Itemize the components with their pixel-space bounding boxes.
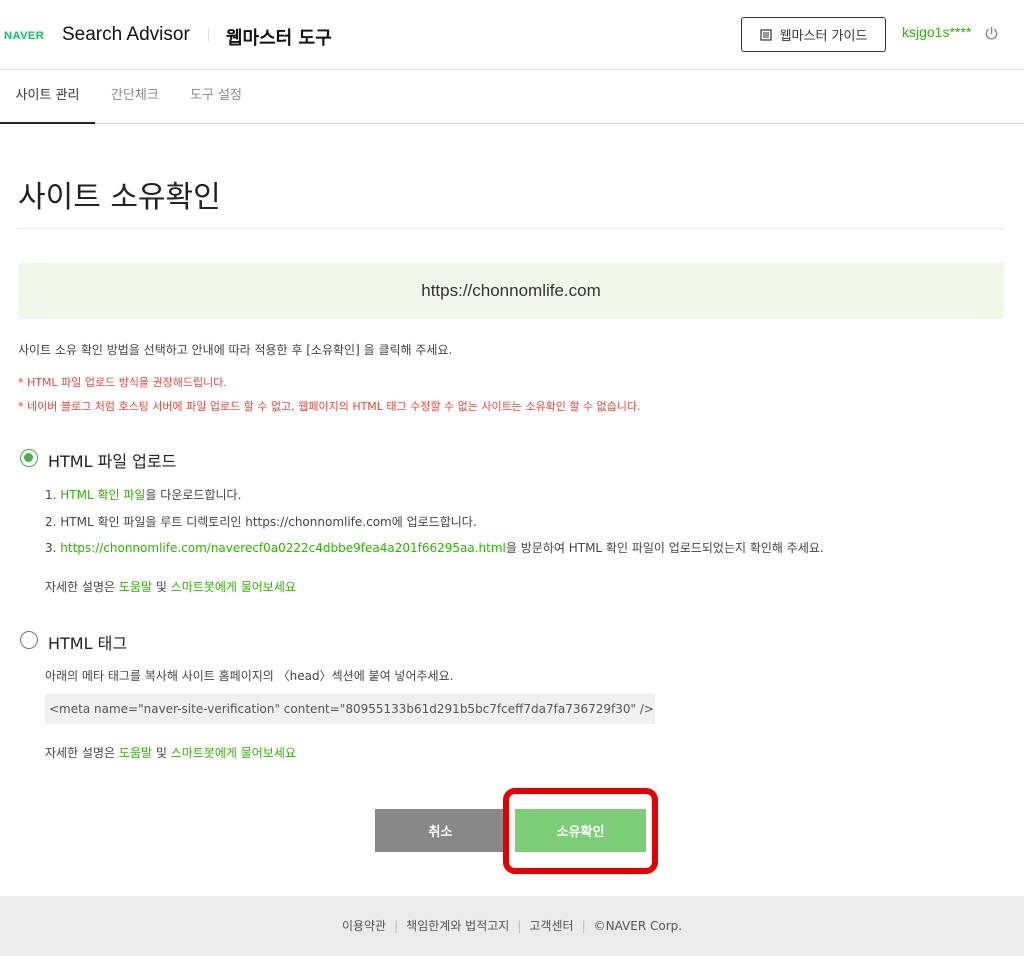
radio-html-tag[interactable] [20,631,38,649]
tab-tool-settings[interactable]: 도구 설정 [190,70,242,124]
cancel-button[interactable]: 취소 [375,809,506,852]
user-id[interactable]: ksjgo1s**** [902,24,971,40]
smartbot-link[interactable]: 스마트봇에게 물어보세요 [171,580,296,594]
header-subtitle[interactable]: 웹마스터 도구 [226,24,332,50]
header-divider [208,28,209,42]
step-1-suffix: 을 다운로드합니다. [145,488,242,502]
file-step-2: 2. HTML 확인 파일을 루트 디렉토리인 https://chonnoml… [45,515,477,529]
footer: 이용약관 | 책임한계와 법적고지 | 고객센터 | ©NAVER Corp. [0,896,1024,956]
main-tabs: 사이트 관리 간단체크 도구 설정 [0,70,1024,124]
page-title: 사이트 소유확인 [18,180,221,215]
option-label-html-file[interactable]: HTML 파일 업로드 [48,448,176,472]
footer-copyright: ©NAVER Corp. [593,919,683,933]
tab-simple-check[interactable]: 간단체크 [111,70,159,124]
notice-recommend: * HTML 파일 업로드 방식을 권장해드립니다. [18,376,227,389]
webmaster-guide-button[interactable]: 웹마스터 가이드 [741,17,886,52]
file-step-3: 3. https://chonnomlife.com/naverecf0a022… [45,539,824,556]
tag-help-text: 자세한 설명은 도움말 및 스마트봇에게 물어보세요 [45,744,296,761]
help-mid: 및 [152,746,171,760]
verification-file-url-link[interactable]: https://chonnomlife.com/naverecf0a0222c4… [60,541,506,555]
help-link[interactable]: 도움말 [119,580,152,594]
file-step-1: 1. HTML 확인 파일을 다운로드합니다. [45,486,241,503]
footer-support-link[interactable]: 고객센터 [529,919,573,933]
footer-terms-link[interactable]: 이용약관 [342,919,386,933]
radio-html-file-upload[interactable] [20,449,38,467]
document-icon [759,28,772,41]
help-mid: 및 [152,580,171,594]
footer-separator: | [394,919,399,933]
logout-power-icon[interactable] [984,26,999,41]
footer-separator: | [581,919,586,933]
meta-tag-instruction: 아래의 메타 태그를 복사해 사이트 홈페이지의 〈head〉섹션에 붙여 넣어… [45,669,454,683]
help-link[interactable]: 도움말 [119,746,152,760]
verify-ownership-button[interactable]: 소유확인 [515,809,646,852]
step-3-prefix: 3. [45,541,61,555]
site-url-box: https://chonnomlife.com [18,263,1004,319]
footer-legal-link[interactable]: 책임한계와 법적고지 [406,919,509,933]
footer-links: 이용약관 | 책임한계와 법적고지 | 고객센터 | ©NAVER Corp. [0,917,1024,934]
option-label-html-tag[interactable]: HTML 태그 [48,630,127,654]
footer-separator: | [517,919,522,933]
help-prefix: 자세한 설명은 [45,580,119,594]
notice-restriction: * 네이버 블로그 처럼 호스팅 서버에 파일 업로드 할 수 없고, 웹페이지… [18,400,641,413]
instruction-text: 사이트 소유 확인 방법을 선택하고 안내에 따라 적용한 후 [소유확인] 을… [18,343,453,357]
guide-button-label: 웹마스터 가이드 [779,29,868,44]
title-divider [18,228,1004,229]
step-1-prefix: 1. [45,488,61,502]
top-header: NAVER Search Advisor 웹마스터 도구 웹마스터 가이드 ks… [0,0,1024,70]
step-3-suffix: 을 방문하여 HTML 확인 파일이 업로드되었는지 확인해 주세요. [505,541,824,555]
file-help-text: 자세한 설명은 도움말 및 스마트봇에게 물어보세요 [45,578,296,595]
site-url: https://chonnomlife.com [421,281,601,300]
help-prefix: 자세한 설명은 [45,746,119,760]
naver-logo[interactable]: NAVER [4,30,44,42]
product-name[interactable]: Search Advisor [62,24,190,46]
meta-tag-code[interactable]: <meta name="naver-site-verification" con… [45,694,655,724]
html-file-download-link[interactable]: HTML 확인 파일 [60,488,145,502]
tab-site-management[interactable]: 사이트 관리 [0,70,95,124]
smartbot-link[interactable]: 스마트봇에게 물어보세요 [171,746,296,760]
